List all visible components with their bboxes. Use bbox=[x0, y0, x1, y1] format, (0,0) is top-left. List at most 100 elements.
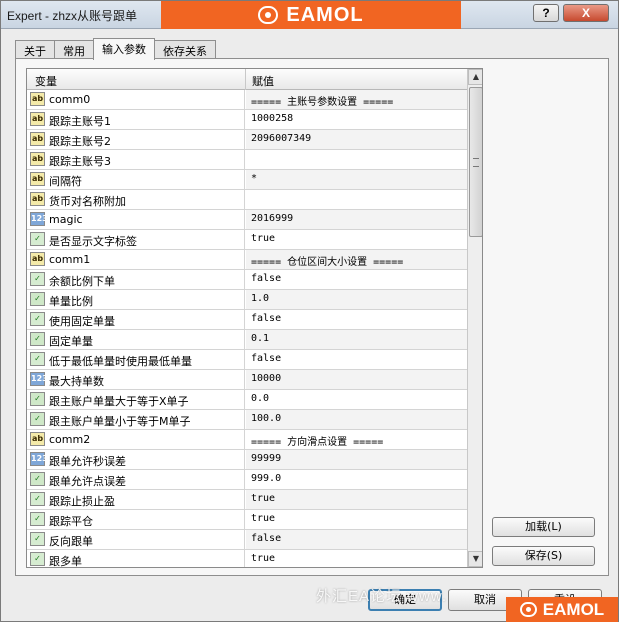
variable-value: false bbox=[251, 353, 282, 364]
value-cell[interactable]: 2016999 bbox=[246, 210, 467, 229]
table-row[interactable]: ✓ 跟踪平仓 true bbox=[27, 510, 467, 530]
value-cell[interactable]: * bbox=[246, 170, 467, 189]
value-cell[interactable]: ===== 方向滑点设置 ===== bbox=[246, 430, 467, 449]
value-cell[interactable]: false bbox=[246, 530, 467, 549]
column-divider[interactable] bbox=[245, 69, 246, 90]
table-row[interactable]: ✓ 单量比例 1.0 bbox=[27, 290, 467, 310]
variable-cell[interactable]: 123 magic bbox=[27, 210, 245, 229]
variable-cell[interactable]: ✓ 跟多单 bbox=[27, 550, 245, 567]
value-cell[interactable]: ===== 主账号参数设置 ===== bbox=[246, 90, 467, 109]
string-type-icon: ab bbox=[30, 92, 45, 106]
scroll-thumb[interactable] bbox=[469, 87, 482, 237]
value-cell[interactable]: 99999 bbox=[246, 450, 467, 469]
value-cell[interactable]: true bbox=[246, 230, 467, 249]
table-row[interactable]: ✓ 低于最低单量时使用最低单量 false bbox=[27, 350, 467, 370]
table-row[interactable]: ab comm0 ===== 主账号参数设置 ===== bbox=[27, 90, 467, 110]
table-row[interactable]: 123 跟单允许秒误差 99999 bbox=[27, 450, 467, 470]
table-row[interactable]: 123 magic 2016999 bbox=[27, 210, 467, 230]
table-row[interactable]: ✓ 跟主账户单量小于等于M单子 100.0 bbox=[27, 410, 467, 430]
variable-cell[interactable]: ✓ 跟踪止损止盈 bbox=[27, 490, 245, 509]
variable-name: 是否显示文字标签 bbox=[49, 235, 137, 248]
value-cell[interactable]: 1000258 bbox=[246, 110, 467, 129]
table-row[interactable]: ✓ 固定单量 0.1 bbox=[27, 330, 467, 350]
value-cell[interactable]: false bbox=[246, 310, 467, 329]
variable-cell[interactable]: ab 跟踪主账号3 bbox=[27, 150, 245, 169]
table-row[interactable]: ✓ 反向跟单 false bbox=[27, 530, 467, 550]
value-cell[interactable]: true bbox=[246, 490, 467, 509]
close-button[interactable]: X bbox=[563, 4, 609, 22]
value-cell[interactable]: 999.0 bbox=[246, 470, 467, 489]
variable-cell[interactable]: ab 跟踪主账号1 bbox=[27, 110, 245, 129]
value-cell[interactable] bbox=[246, 150, 467, 169]
variable-cell[interactable]: ✓ 单量比例 bbox=[27, 290, 245, 309]
table-row[interactable]: ab 跟踪主账号2 2096007349 bbox=[27, 130, 467, 150]
value-cell[interactable]: ===== 仓位区间大小设置 ===== bbox=[246, 250, 467, 269]
variable-cell[interactable]: 123 跟单允许秒误差 bbox=[27, 450, 245, 469]
variable-name: 跟踪止损止盈 bbox=[49, 495, 115, 508]
value-cell[interactable]: 100.0 bbox=[246, 410, 467, 429]
variable-value: false bbox=[251, 533, 282, 544]
variable-name: comm1 bbox=[49, 253, 91, 266]
value-cell[interactable]: false bbox=[246, 350, 467, 369]
variable-name: 间隔符 bbox=[49, 175, 82, 188]
table-row[interactable]: ab 货币对名称附加 bbox=[27, 190, 467, 210]
value-cell[interactable]: 2096007349 bbox=[246, 130, 467, 149]
tab-about[interactable]: 关于 bbox=[15, 40, 55, 59]
variable-cell[interactable]: ab 跟踪主账号2 bbox=[27, 130, 245, 149]
variable-cell[interactable]: ✓ 余额比例下单 bbox=[27, 270, 245, 289]
column-header-variable[interactable]: 变量 bbox=[35, 73, 57, 89]
variable-cell[interactable]: ✓ 低于最低单量时使用最低单量 bbox=[27, 350, 245, 369]
variable-cell[interactable]: ab comm1 bbox=[27, 250, 245, 269]
variable-cell[interactable]: ✓ 反向跟单 bbox=[27, 530, 245, 549]
tab-inputs[interactable]: 输入参数 bbox=[93, 38, 155, 60]
table-row[interactable]: 123 最大持单数 10000 bbox=[27, 370, 467, 390]
integer-type-icon: 123 bbox=[30, 372, 48, 386]
double-type-icon: ✓ bbox=[30, 292, 45, 306]
tab-dependencies[interactable]: 依存关系 bbox=[154, 40, 216, 59]
table-row[interactable]: ab 跟踪主账号1 1000258 bbox=[27, 110, 467, 130]
table-row[interactable]: ab 间隔符 * bbox=[27, 170, 467, 190]
table-row[interactable]: ab comm1 ===== 仓位区间大小设置 ===== bbox=[27, 250, 467, 270]
variable-name: 跟踪主账号3 bbox=[49, 155, 111, 168]
scroll-down-icon[interactable]: ▼ bbox=[468, 551, 482, 567]
table-row[interactable]: ✓ 跟单允许点误差 999.0 bbox=[27, 470, 467, 490]
table-row[interactable]: ✓ 余额比例下单 false bbox=[27, 270, 467, 290]
variable-cell[interactable]: ✓ 使用固定单量 bbox=[27, 310, 245, 329]
variable-cell[interactable]: ab 货币对名称附加 bbox=[27, 190, 245, 209]
value-cell[interactable]: 0.1 bbox=[246, 330, 467, 349]
load-button[interactable]: 加载(L) bbox=[492, 517, 595, 537]
table-row[interactable]: ✓ 跟多单 true bbox=[27, 550, 467, 567]
string-type-icon: ab bbox=[30, 432, 45, 446]
value-cell[interactable]: true bbox=[246, 550, 467, 567]
table-row[interactable]: ab comm2 ===== 方向滑点设置 ===== bbox=[27, 430, 467, 450]
variable-cell[interactable]: 123 最大持单数 bbox=[27, 370, 245, 389]
variable-cell[interactable]: ab comm0 bbox=[27, 90, 245, 109]
save-button[interactable]: 保存(S) bbox=[492, 546, 595, 566]
variable-cell[interactable]: ✓ 固定单量 bbox=[27, 330, 245, 349]
value-cell[interactable]: 0.0 bbox=[246, 390, 467, 409]
value-cell[interactable]: true bbox=[246, 510, 467, 529]
variable-cell[interactable]: ab comm2 bbox=[27, 430, 245, 449]
table-row[interactable]: ✓ 跟踪止损止盈 true bbox=[27, 490, 467, 510]
column-header-value[interactable]: 赋值 bbox=[252, 73, 274, 89]
table-row[interactable]: ✓ 使用固定单量 false bbox=[27, 310, 467, 330]
variable-cell[interactable]: ✓ 跟主账户单量大于等于X单子 bbox=[27, 390, 245, 409]
variable-cell[interactable]: ✓ 跟踪平仓 bbox=[27, 510, 245, 529]
value-cell[interactable]: 10000 bbox=[246, 370, 467, 389]
scroll-up-icon[interactable]: ▲ bbox=[468, 69, 482, 85]
grid-rows: ab comm0 ===== 主账号参数设置 ===== ab 跟踪主账号1 100025… bbox=[27, 90, 467, 567]
variable-value: 2096007349 bbox=[251, 133, 312, 144]
variable-cell[interactable]: ✓ 跟单允许点误差 bbox=[27, 470, 245, 489]
vertical-scrollbar[interactable]: ▲ ▼ bbox=[467, 69, 482, 567]
table-row[interactable]: ab 跟踪主账号3 bbox=[27, 150, 467, 170]
tab-common[interactable]: 常用 bbox=[54, 40, 94, 59]
variable-cell[interactable]: ab 间隔符 bbox=[27, 170, 245, 189]
value-cell[interactable]: 1.0 bbox=[246, 290, 467, 309]
variable-cell[interactable]: ✓ 是否显示文字标签 bbox=[27, 230, 245, 249]
value-cell[interactable]: false bbox=[246, 270, 467, 289]
value-cell[interactable] bbox=[246, 190, 467, 209]
variable-cell[interactable]: ✓ 跟主账户单量小于等于M单子 bbox=[27, 410, 245, 429]
help-button[interactable]: ? bbox=[533, 4, 559, 22]
table-row[interactable]: ✓ 是否显示文字标签 true bbox=[27, 230, 467, 250]
table-row[interactable]: ✓ 跟主账户单量大于等于X单子 0.0 bbox=[27, 390, 467, 410]
